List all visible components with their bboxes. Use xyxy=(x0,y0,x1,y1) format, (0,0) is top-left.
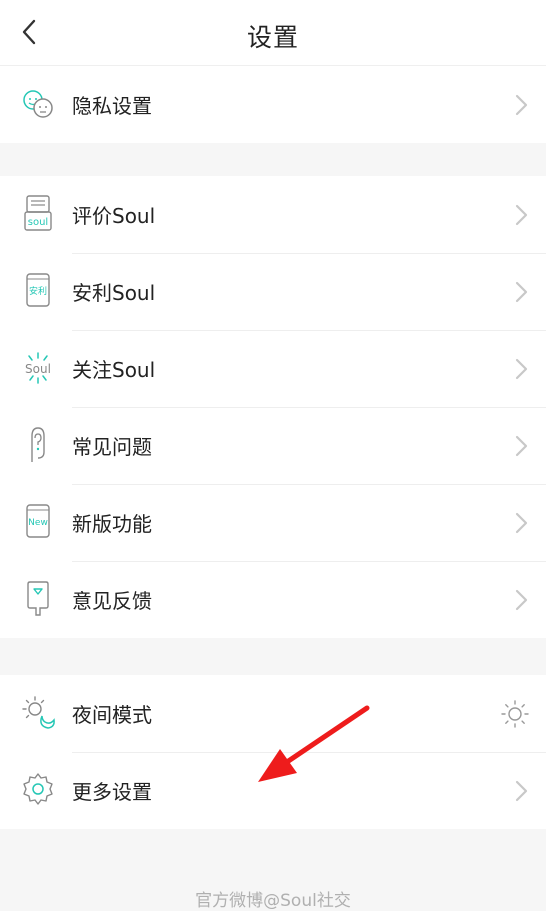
recommend-soul-icon: 安利 xyxy=(26,273,50,307)
more-settings-icon xyxy=(23,773,53,805)
row-label: 新版功能 xyxy=(72,512,152,536)
faq-row[interactable]: 常见问题 xyxy=(0,407,546,484)
new-features-icon: New xyxy=(26,504,50,538)
privacy-faces-icon xyxy=(23,90,53,118)
night-mode-icon xyxy=(22,696,55,729)
chevron-right-icon xyxy=(515,204,528,226)
chevron-right-icon xyxy=(515,589,528,611)
chevron-right-icon xyxy=(515,94,528,116)
privacy-section: 隐私设置 xyxy=(0,66,546,143)
row-label: 关注Soul xyxy=(72,358,156,382)
night-mode-row[interactable]: 夜间模式 xyxy=(0,675,546,752)
chevron-right-icon xyxy=(515,512,528,534)
row-label: 常见问题 xyxy=(72,435,152,459)
soul-section: soul 评价Soul 安利 安利Soul Soul 关注Soul 常见问题 N… xyxy=(0,176,546,638)
feedback-row[interactable]: 意见反馈 xyxy=(0,561,546,638)
faq-icon xyxy=(31,427,45,462)
new-features-row[interactable]: New 新版功能 xyxy=(0,484,546,561)
privacy-settings-row[interactable]: 隐私设置 xyxy=(0,66,546,143)
follow-soul-row[interactable]: Soul 关注Soul xyxy=(0,330,546,407)
new-badge-text: New xyxy=(28,518,48,528)
chevron-right-icon xyxy=(515,780,528,802)
row-label: 隐私设置 xyxy=(72,94,152,118)
row-label: 意见反馈 xyxy=(72,589,152,613)
rate-badge-text: soul xyxy=(28,217,48,228)
sun-toggle-icon[interactable] xyxy=(500,699,530,729)
row-label: 更多设置 xyxy=(72,780,152,804)
more-settings-row[interactable]: 更多设置 xyxy=(0,752,546,829)
display-section: 夜间模式 更多设置 xyxy=(0,675,546,829)
rate-soul-row[interactable]: soul 评价Soul xyxy=(0,176,546,253)
rate-soul-icon: soul xyxy=(24,195,52,231)
chevron-right-icon xyxy=(515,358,528,380)
chevron-right-icon xyxy=(515,281,528,303)
recommend-badge-text: 安利 xyxy=(29,285,47,297)
page-title: 设置 xyxy=(246,23,299,52)
row-label: 评价Soul xyxy=(72,204,156,228)
follow-soul-icon: Soul xyxy=(25,352,51,384)
nav-header: 设置 xyxy=(0,0,546,66)
row-label: 夜间模式 xyxy=(72,703,152,727)
feedback-icon xyxy=(27,581,49,616)
follow-badge-text: Soul xyxy=(25,362,51,376)
footer-weibo-text: 官方微博@Soul社交 xyxy=(195,891,351,911)
recommend-soul-row[interactable]: 安利 安利Soul xyxy=(0,253,546,330)
row-label: 安利Soul xyxy=(72,281,156,305)
chevron-right-icon xyxy=(515,435,528,457)
